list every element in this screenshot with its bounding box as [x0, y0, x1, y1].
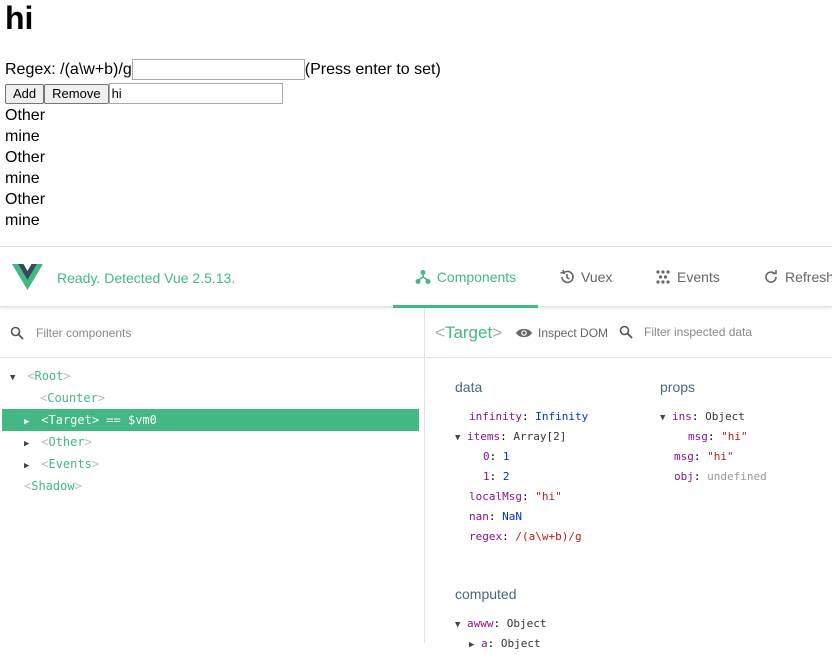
tab-vuex[interactable]: Vuex — [559, 247, 612, 307]
item-list: Other mine Other mine Other mine — [5, 105, 45, 231]
tree-node-target[interactable]: ▶ <Target> == $vm0 — [2, 409, 419, 431]
tab-components[interactable]: Components — [393, 247, 538, 308]
computed-section-title: computed — [455, 586, 517, 602]
filter-components-bar[interactable]: Filter components — [0, 308, 424, 358]
tab-refresh[interactable]: Refresh — [763, 247, 832, 307]
regex-row: Regex: /(a\w+b)/g (Press enter to set) — [5, 59, 441, 80]
app-page: hi Regex: /(a\w+b)/g (Press enter to set… — [0, 0, 832, 246]
devtools-header: Ready. Detected Vue 2.5.13. Components V… — [0, 247, 832, 308]
search-icon — [619, 325, 633, 339]
components-icon — [415, 269, 431, 285]
inspector-pane: <Target> Inspect DOM Filter inspected da… — [426, 308, 832, 650]
list-item: Other — [5, 107, 46, 124]
data-prop-items-1: 1: 2 — [483, 470, 510, 483]
refresh-icon — [763, 269, 779, 285]
collapsed-arrow-icon[interactable]: ▶ — [469, 635, 481, 655]
vue-devtools-panel: Ready. Detected Vue 2.5.13. Components V… — [0, 246, 832, 650]
data-prop-items[interactable]: ▼ items: Array[2] — [455, 427, 566, 447]
regex-input[interactable] — [131, 59, 305, 80]
data-section-title: data — [455, 379, 483, 395]
tab-label: Refresh — [785, 269, 832, 285]
expanded-arrow-icon[interactable]: ▼ — [455, 428, 467, 448]
node-name: Target — [48, 413, 92, 427]
tab-label: Vuex — [581, 269, 613, 285]
tab-events[interactable]: Events — [655, 247, 720, 307]
eye-icon — [516, 328, 532, 338]
props-section-title: props — [660, 379, 696, 395]
data-prop-items-0: 0: 1 — [483, 450, 510, 463]
filter-components-input[interactable]: Filter components — [36, 326, 131, 340]
list-item: mine — [5, 212, 40, 229]
prop-msg: msg: "hi" — [674, 450, 734, 463]
tree-node-root[interactable]: ▼ <Root> — [10, 365, 71, 387]
list-item: mine — [5, 170, 40, 187]
node-name: Counter — [47, 391, 98, 405]
page-heading: hi — [5, 0, 34, 36]
tree-node-other[interactable]: ▶ <Other> — [24, 431, 92, 453]
expanded-arrow-icon[interactable]: ▼ — [10, 367, 20, 389]
node-name: Other — [48, 435, 85, 449]
collapsed-arrow-icon[interactable]: ▶ — [24, 433, 34, 455]
data-prop-nan: nan: NaN — [469, 510, 522, 523]
data-prop-localmsg: localMsg: "hi" — [469, 490, 562, 503]
list-item: Other — [5, 191, 46, 208]
history-icon — [559, 269, 575, 285]
computed-prop-a[interactable]: ▶ a: Object — [469, 634, 541, 654]
vm-ref: == $vm0 — [106, 413, 157, 427]
components-pane: Filter components ▼ <Root> <Counter> ▶ <… — [0, 308, 425, 643]
filter-inspected-data-input[interactable]: Filter inspected data — [619, 325, 752, 339]
regex-label: Regex: /(a\w+b)/g — [5, 60, 132, 78]
prop-ins-msg: msg: "hi" — [688, 430, 748, 443]
tab-label: Components — [436, 269, 517, 285]
inspect-dom-button[interactable]: Inspect DOM — [515, 326, 608, 340]
node-name: Shadow — [31, 479, 75, 493]
inspector-toolbar: <Target> Inspect DOM Filter inspected da… — [426, 308, 832, 358]
computed-prop-awww[interactable]: ▼ awww: Object — [455, 614, 547, 634]
remove-button[interactable]: Remove — [44, 83, 109, 104]
list-item: Other — [5, 149, 46, 166]
tree-node-counter[interactable]: <Counter> — [40, 387, 105, 409]
data-prop-regex: regex: /(a\w+b)/g — [469, 530, 582, 543]
status-text: Ready. Detected Vue 2.5.13. — [57, 270, 236, 286]
expanded-arrow-icon[interactable]: ▼ — [455, 615, 467, 635]
tab-label: Events — [677, 269, 720, 285]
search-icon — [10, 326, 24, 340]
collapsed-arrow-icon[interactable]: ▶ — [24, 411, 34, 433]
node-name: Events — [48, 457, 92, 471]
prop-obj: obj: undefined — [674, 470, 767, 483]
data-prop-infinity: infinity: Infinity — [469, 410, 589, 423]
tree-node-events[interactable]: ▶ <Events> — [24, 453, 99, 475]
list-item: mine — [5, 128, 40, 145]
expanded-arrow-icon[interactable]: ▼ — [660, 408, 672, 428]
events-icon — [655, 269, 671, 285]
collapsed-arrow-icon[interactable]: ▶ — [24, 455, 34, 477]
message-input[interactable] — [108, 83, 283, 104]
prop-ins[interactable]: ▼ ins: Object — [660, 407, 745, 427]
inspected-component-title: <Target> — [435, 323, 503, 342]
node-name: Root — [34, 369, 64, 383]
tree-node-shadow[interactable]: <Shadow> — [24, 475, 82, 497]
button-row: Add Remove — [5, 83, 283, 104]
add-button[interactable]: Add — [5, 83, 45, 104]
vue-logo-icon — [12, 264, 43, 290]
regex-hint: (Press enter to set) — [304, 60, 441, 78]
